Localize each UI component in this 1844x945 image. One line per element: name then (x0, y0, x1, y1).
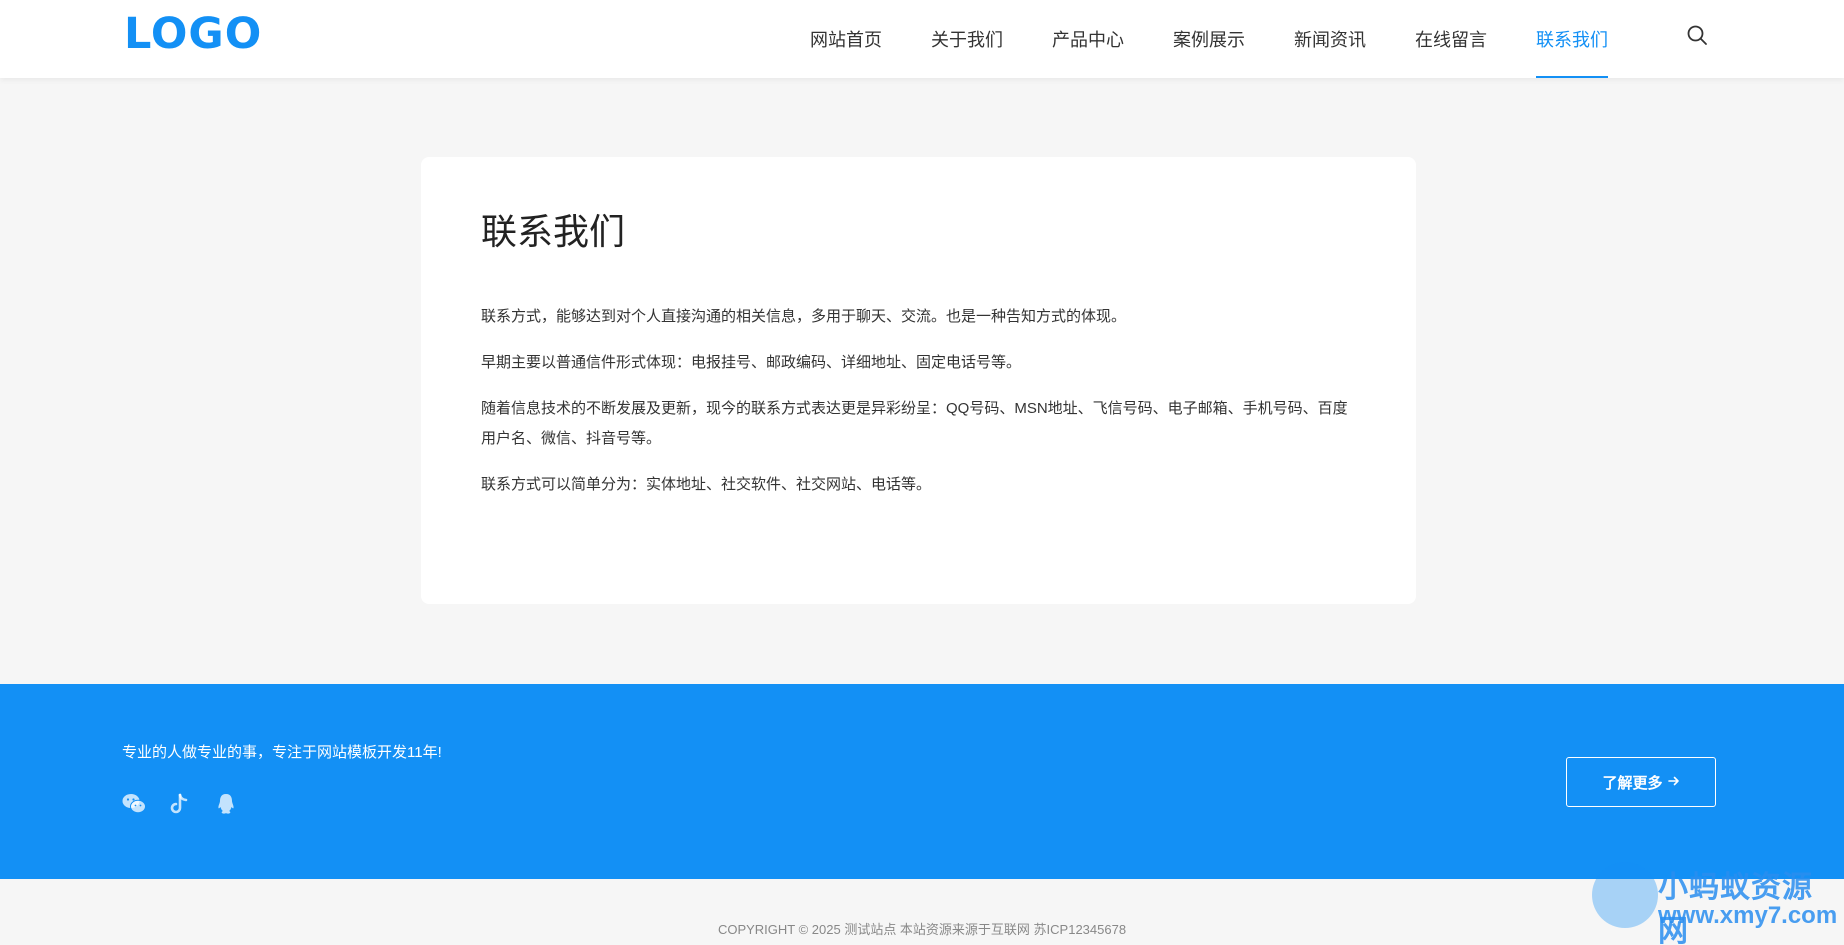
arrow-right-icon (1667, 774, 1680, 791)
footer-banner: 专业的人做专业的事，专注于网站模板开发11年! 了解更多 (0, 684, 1844, 879)
paragraph: 早期主要以普通信件形式体现：电报挂号、邮政编码、详细地址、固定电话号等。 (481, 354, 1022, 371)
page-title: 联系我们 (481, 211, 626, 252)
site-header: LOGO 网站首页 关于我们 产品中心 案例展示 新闻资讯 在线留言 联系我们 (0, 0, 1844, 78)
footer-slogan: 专业的人做专业的事，专注于网站模板开发11年! (122, 744, 442, 761)
copyright-text: COPYRIGHT © 2025 测试站点 本站资源来源于互联网 苏ICP123… (717, 922, 1127, 937)
nav-item-products[interactable]: 产品中心 (1052, 0, 1124, 78)
wechat-icon[interactable] (122, 792, 146, 816)
paragraph: 联系方式可以简单分为：实体地址、社交软件、社交网站、电话等。 (481, 476, 932, 493)
learn-more-label: 了解更多 (1602, 774, 1663, 792)
copyright-bar: COPYRIGHT © 2025 测试站点 本站资源来源于互联网 苏ICP123… (0, 879, 1844, 945)
nav-item-contact[interactable]: 联系我们 (1536, 0, 1608, 78)
nav-item-home[interactable]: 网站首页 (810, 0, 882, 78)
paragraph: 联系方式，能够达到对个人直接沟通的相关信息，多用于聊天、交流。也是一种告知方式的… (481, 308, 1127, 325)
nav-item-cases[interactable]: 案例展示 (1173, 0, 1245, 78)
nav-item-about[interactable]: 关于我们 (931, 0, 1003, 78)
social-links (122, 792, 238, 816)
logo-text: LOGO (124, 8, 263, 59)
paragraph: 随着信息技术的不断发展及更新，现今的联系方式表达更是异彩纷呈：QQ号码、MSN地… (481, 400, 1348, 447)
qq-icon[interactable] (214, 792, 238, 816)
main-nav: 网站首页 关于我们 产品中心 案例展示 新闻资讯 在线留言 联系我们 (810, 0, 1657, 78)
search-icon[interactable] (1686, 24, 1708, 46)
contact-text: 联系方式，能够达到对个人直接沟通的相关信息，多用于聊天、交流。也是一种告知方式的… (481, 302, 1356, 500)
contact-card: 联系我们 联系方式，能够达到对个人直接沟通的相关信息，多用于聊天、交流。也是一种… (421, 157, 1416, 604)
site-logo[interactable]: LOGO (124, 8, 263, 59)
watermark-url: www.xmy7.com (1658, 902, 1838, 929)
nav-item-message[interactable]: 在线留言 (1415, 0, 1487, 78)
nav-item-news[interactable]: 新闻资讯 (1294, 0, 1366, 78)
watermark: 小蚂蚁资源网 www.xmy7.com (1590, 860, 1840, 945)
tiktok-icon[interactable] (168, 792, 192, 816)
learn-more-button[interactable]: 了解更多 (1566, 757, 1716, 807)
watermark-logo-icon (1592, 862, 1658, 928)
